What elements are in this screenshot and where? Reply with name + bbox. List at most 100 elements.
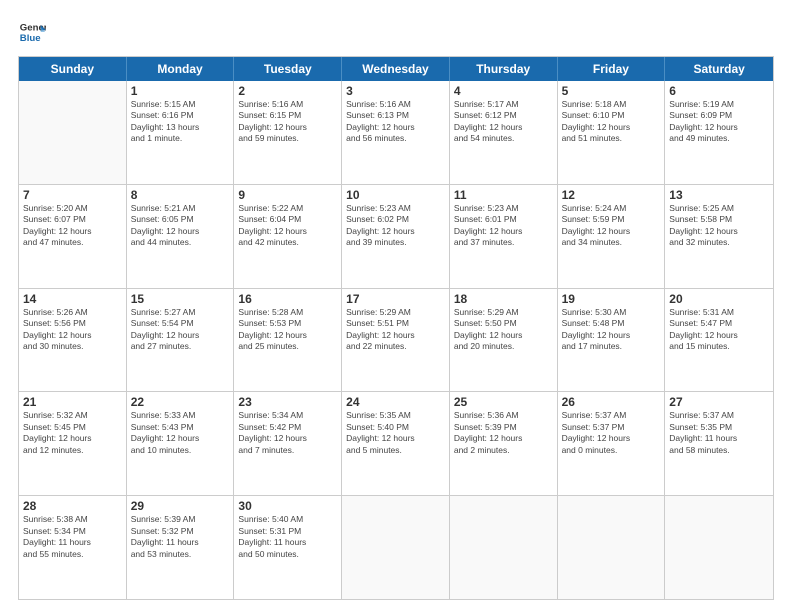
cell-text: Daylight: 12 hours [23,226,122,237]
cell-text: Daylight: 12 hours [454,226,553,237]
cell-text: Daylight: 12 hours [23,330,122,341]
cell-text: Sunrise: 5:30 AM [562,307,661,318]
cell-text: Sunrise: 5:36 AM [454,410,553,421]
day-number: 21 [23,395,122,409]
calendar-cell: 23Sunrise: 5:34 AMSunset: 5:42 PMDayligh… [234,392,342,495]
day-number: 17 [346,292,445,306]
calendar-cell: 19Sunrise: 5:30 AMSunset: 5:48 PMDayligh… [558,289,666,392]
cell-text: Sunrise: 5:23 AM [454,203,553,214]
header-day-friday: Friday [558,57,666,81]
cell-text: Daylight: 12 hours [131,226,230,237]
cell-text: and 55 minutes. [23,549,122,560]
cell-text: Sunset: 5:50 PM [454,318,553,329]
cell-text: and 51 minutes. [562,133,661,144]
cell-text: Daylight: 11 hours [23,537,122,548]
day-number: 30 [238,499,337,513]
day-number: 4 [454,84,553,98]
calendar-cell [342,496,450,599]
calendar-cell: 9Sunrise: 5:22 AMSunset: 6:04 PMDaylight… [234,185,342,288]
cell-text: Sunrise: 5:32 AM [23,410,122,421]
calendar-cell [19,81,127,184]
cell-text: Daylight: 13 hours [131,122,230,133]
cell-text: Daylight: 12 hours [562,433,661,444]
cell-text: Sunrise: 5:22 AM [238,203,337,214]
cell-text: Sunset: 5:45 PM [23,422,122,433]
cell-text: and 44 minutes. [131,237,230,248]
header-day-saturday: Saturday [665,57,773,81]
calendar-row-0: 1Sunrise: 5:15 AMSunset: 6:16 PMDaylight… [19,81,773,185]
cell-text: Sunrise: 5:39 AM [131,514,230,525]
day-number: 7 [23,188,122,202]
cell-text: and 1 minute. [131,133,230,144]
cell-text: Sunset: 5:31 PM [238,526,337,537]
cell-text: Daylight: 12 hours [346,122,445,133]
cell-text: Daylight: 11 hours [131,537,230,548]
cell-text: Daylight: 12 hours [669,226,769,237]
cell-text: Daylight: 11 hours [238,537,337,548]
cell-text: Sunrise: 5:15 AM [131,99,230,110]
day-number: 26 [562,395,661,409]
calendar-cell: 3Sunrise: 5:16 AMSunset: 6:13 PMDaylight… [342,81,450,184]
calendar-cell: 8Sunrise: 5:21 AMSunset: 6:05 PMDaylight… [127,185,235,288]
cell-text: Daylight: 12 hours [346,226,445,237]
day-number: 29 [131,499,230,513]
day-number: 10 [346,188,445,202]
cell-text: and 12 minutes. [23,445,122,456]
header: General Blue [18,18,774,46]
cell-text: and 50 minutes. [238,549,337,560]
cell-text: Daylight: 12 hours [669,122,769,133]
calendar: SundayMondayTuesdayWednesdayThursdayFrid… [18,56,774,600]
header-day-wednesday: Wednesday [342,57,450,81]
calendar-cell: 2Sunrise: 5:16 AMSunset: 6:15 PMDaylight… [234,81,342,184]
day-number: 9 [238,188,337,202]
calendar-body: 1Sunrise: 5:15 AMSunset: 6:16 PMDaylight… [19,81,773,599]
calendar-cell: 11Sunrise: 5:23 AMSunset: 6:01 PMDayligh… [450,185,558,288]
cell-text: and 15 minutes. [669,341,769,352]
cell-text: and 53 minutes. [131,549,230,560]
cell-text: Sunrise: 5:31 AM [669,307,769,318]
calendar-cell [450,496,558,599]
header-day-thursday: Thursday [450,57,558,81]
day-number: 28 [23,499,122,513]
cell-text: Daylight: 12 hours [454,122,553,133]
cell-text: Daylight: 12 hours [562,122,661,133]
cell-text: Sunset: 5:39 PM [454,422,553,433]
calendar-cell: 15Sunrise: 5:27 AMSunset: 5:54 PMDayligh… [127,289,235,392]
calendar-cell: 5Sunrise: 5:18 AMSunset: 6:10 PMDaylight… [558,81,666,184]
cell-text: Sunrise: 5:21 AM [131,203,230,214]
cell-text: Sunrise: 5:33 AM [131,410,230,421]
calendar-cell: 30Sunrise: 5:40 AMSunset: 5:31 PMDayligh… [234,496,342,599]
cell-text: Daylight: 12 hours [238,226,337,237]
cell-text: and 22 minutes. [346,341,445,352]
cell-text: Daylight: 12 hours [454,433,553,444]
cell-text: Daylight: 12 hours [562,226,661,237]
calendar-cell: 13Sunrise: 5:25 AMSunset: 5:58 PMDayligh… [665,185,773,288]
day-number: 25 [454,395,553,409]
cell-text: Sunrise: 5:37 AM [562,410,661,421]
cell-text: Sunset: 6:02 PM [346,214,445,225]
cell-text: and 58 minutes. [669,445,769,456]
cell-text: Sunset: 6:16 PM [131,110,230,121]
cell-text: and 56 minutes. [346,133,445,144]
cell-text: and 2 minutes. [454,445,553,456]
calendar-cell: 27Sunrise: 5:37 AMSunset: 5:35 PMDayligh… [665,392,773,495]
calendar-cell: 6Sunrise: 5:19 AMSunset: 6:09 PMDaylight… [665,81,773,184]
cell-text: Sunrise: 5:23 AM [346,203,445,214]
cell-text: Daylight: 12 hours [562,330,661,341]
cell-text: and 27 minutes. [131,341,230,352]
cell-text: Sunrise: 5:25 AM [669,203,769,214]
calendar-cell: 20Sunrise: 5:31 AMSunset: 5:47 PMDayligh… [665,289,773,392]
calendar-cell: 7Sunrise: 5:20 AMSunset: 6:07 PMDaylight… [19,185,127,288]
calendar-cell: 14Sunrise: 5:26 AMSunset: 5:56 PMDayligh… [19,289,127,392]
cell-text: Sunset: 5:58 PM [669,214,769,225]
day-number: 14 [23,292,122,306]
day-number: 11 [454,188,553,202]
cell-text: Sunset: 6:12 PM [454,110,553,121]
cell-text: Daylight: 12 hours [346,330,445,341]
cell-text: Sunrise: 5:26 AM [23,307,122,318]
cell-text: Sunrise: 5:16 AM [238,99,337,110]
calendar-cell: 12Sunrise: 5:24 AMSunset: 5:59 PMDayligh… [558,185,666,288]
calendar-row-4: 28Sunrise: 5:38 AMSunset: 5:34 PMDayligh… [19,496,773,599]
cell-text: Sunrise: 5:18 AM [562,99,661,110]
cell-text: and 30 minutes. [23,341,122,352]
